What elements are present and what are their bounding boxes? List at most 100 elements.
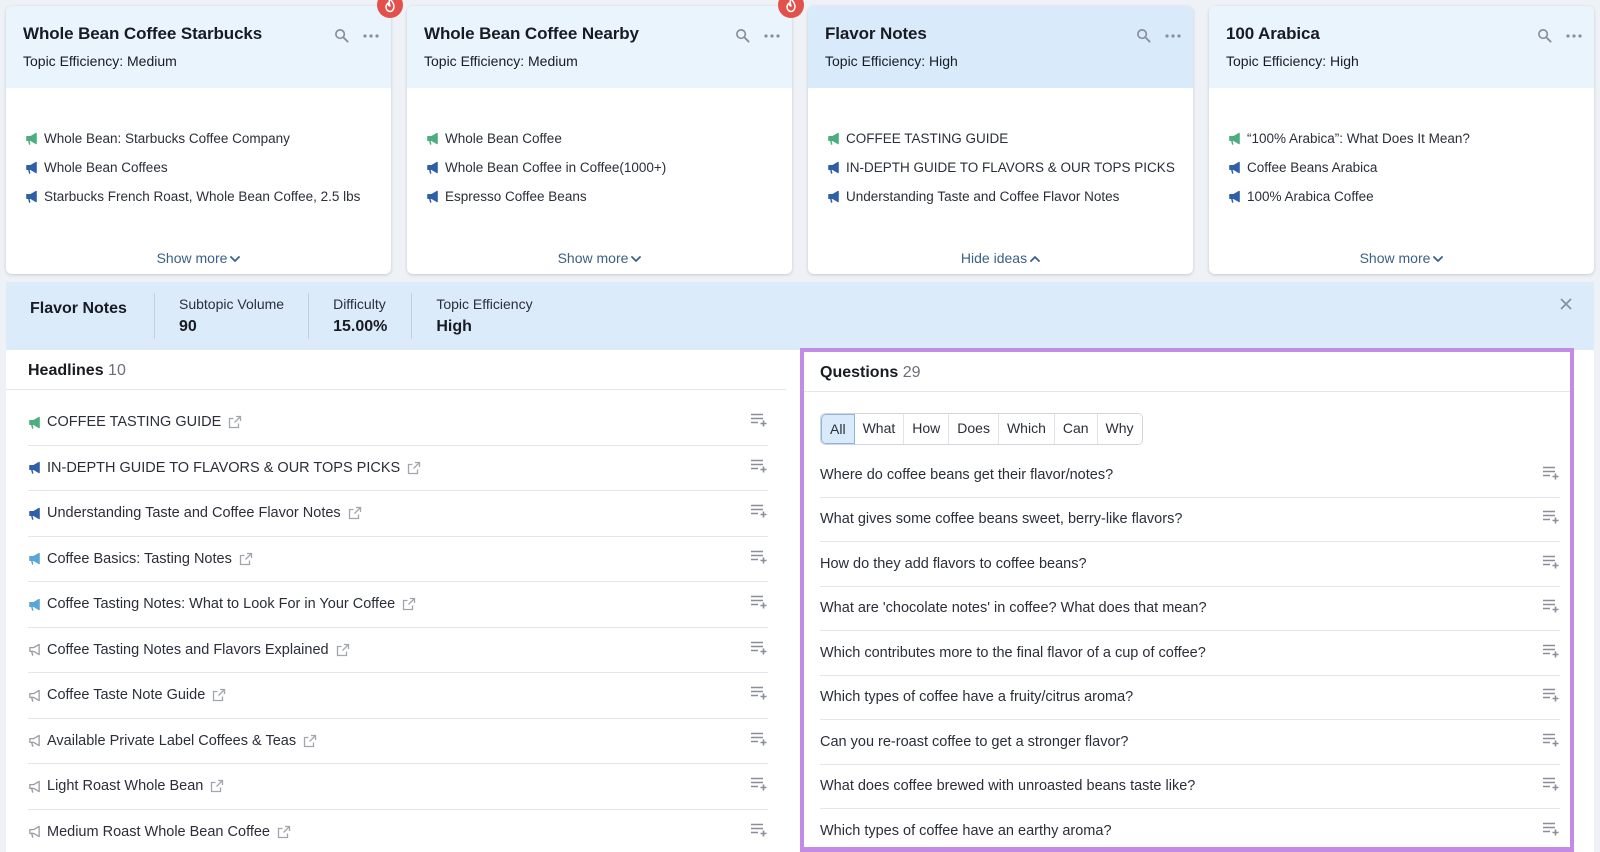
card-title: Flavor Notes xyxy=(825,24,927,43)
external-link-icon[interactable] xyxy=(239,552,253,566)
external-link-icon[interactable] xyxy=(348,506,362,520)
add-to-list-button[interactable] xyxy=(1542,732,1560,751)
card-title: Whole Bean Coffee Nearby xyxy=(424,24,639,43)
add-to-list-button[interactable] xyxy=(1542,822,1560,841)
headline-row: Available Private Label Coffees & Teas xyxy=(28,719,768,764)
add-to-list-button[interactable] xyxy=(1542,688,1560,707)
filter-tab-does[interactable]: Does xyxy=(949,414,999,444)
toggle-label: Show more xyxy=(156,250,228,266)
add-to-list-button[interactable] xyxy=(750,640,768,659)
fire-icon xyxy=(385,0,395,13)
external-link-icon[interactable] xyxy=(277,825,291,839)
card-more-button[interactable] xyxy=(1566,33,1582,38)
add-to-list-button[interactable] xyxy=(1542,777,1560,796)
toggle-label: Show more xyxy=(557,250,629,266)
card-more-button[interactable] xyxy=(363,33,379,38)
filter-tab-all[interactable]: All xyxy=(821,414,855,444)
megaphone-blue-icon xyxy=(29,461,40,475)
external-link-icon[interactable] xyxy=(407,461,421,475)
close-summary-button[interactable] xyxy=(1560,294,1572,315)
add-to-list-button[interactable] xyxy=(1542,554,1560,573)
topic-card[interactable]: 100 Arabica Topic Efficiency: High “100%… xyxy=(1209,6,1594,274)
add-to-list-button[interactable] xyxy=(750,686,768,705)
external-link-icon[interactable] xyxy=(336,643,350,657)
card-header: Flavor Notes Topic Efficiency: High xyxy=(808,6,1193,88)
card-toggle-ideas-button[interactable]: Show more xyxy=(1209,250,1594,266)
question-text: Where do coffee beans get their flavor/n… xyxy=(820,466,1114,483)
more-options-icon xyxy=(1165,33,1181,38)
toggle-label: Hide ideas xyxy=(960,250,1028,266)
headline-text: Coffee Basics: Tasting Notes xyxy=(47,550,232,567)
card-ideas-list: Whole Bean Coffee Whole Bean Coffee in C… xyxy=(407,88,792,211)
add-to-list-button[interactable] xyxy=(750,822,768,841)
card-toggle-ideas-button[interactable]: Show more xyxy=(407,250,792,266)
card-idea-item: COFFEE TASTING GUIDE xyxy=(827,124,1193,153)
trending-badge xyxy=(377,0,403,18)
card-header: Whole Bean Coffee Starbucks Topic Effici… xyxy=(6,0,403,88)
filter-tab-what[interactable]: What xyxy=(854,414,905,444)
toggle-label: Show more xyxy=(1359,250,1431,266)
headlines-list: COFFEE TASTING GUIDE IN-DEPTH GUIDE TO F… xyxy=(6,390,786,852)
card-search-button[interactable] xyxy=(735,28,750,43)
megaphone-blue-icon xyxy=(427,161,438,174)
add-to-list-button[interactable] xyxy=(750,413,768,432)
card-search-button[interactable] xyxy=(334,28,349,43)
card-more-button[interactable] xyxy=(764,33,780,38)
headline-text: Coffee Tasting Notes: What to Look For i… xyxy=(47,596,396,613)
questions-title: Questions xyxy=(820,364,899,381)
add-to-list-button[interactable] xyxy=(1542,643,1560,662)
megaphone-gray-icon xyxy=(29,734,40,748)
add-to-list-icon xyxy=(751,778,767,791)
add-to-list-button[interactable] xyxy=(1542,465,1560,484)
external-link-icon[interactable] xyxy=(210,779,224,793)
add-to-list-button[interactable] xyxy=(1542,510,1560,529)
card-toggle-ideas-button[interactable]: Hide ideas xyxy=(808,250,1193,266)
headline-row: Coffee Taste Note Guide xyxy=(28,673,768,719)
topic-card[interactable]: Whole Bean Coffee Nearby Topic Efficienc… xyxy=(407,0,804,274)
external-link-icon[interactable] xyxy=(303,734,317,748)
question-row: Where do coffee beans get their flavor/n… xyxy=(820,453,1560,498)
close-icon xyxy=(1560,298,1572,310)
add-to-list-icon xyxy=(1543,555,1559,569)
card-topic-efficiency: Topic Efficiency: Medium xyxy=(23,53,177,69)
metric-value: 90 xyxy=(179,318,197,335)
add-to-list-icon xyxy=(751,550,767,564)
add-to-list-button[interactable] xyxy=(1542,599,1560,618)
question-row: Which types of coffee have an earthy aro… xyxy=(820,809,1560,852)
search-icon xyxy=(1538,29,1552,43)
megaphone-green-icon xyxy=(1229,132,1240,145)
card-ideas-list: “100% Arabica”: What Does It Mean? Coffe… xyxy=(1209,88,1594,211)
filter-tab-which[interactable]: Which xyxy=(998,414,1055,444)
card-search-button[interactable] xyxy=(1136,28,1151,43)
add-to-list-button[interactable] xyxy=(750,731,768,750)
card-search-button[interactable] xyxy=(1537,28,1552,43)
chevron-down-icon xyxy=(631,256,642,263)
card-toggle-ideas-button[interactable]: Show more xyxy=(6,250,391,266)
card-more-button[interactable] xyxy=(1165,33,1181,38)
headlines-count: 10 xyxy=(108,362,126,379)
add-to-list-button[interactable] xyxy=(750,458,768,477)
idea-text: 100% Arabica Coffee xyxy=(1247,189,1374,204)
search-icon xyxy=(335,29,349,43)
filter-tab-can[interactable]: Can xyxy=(1054,414,1098,444)
add-to-list-button[interactable] xyxy=(750,549,768,568)
filter-tab-why[interactable]: Why xyxy=(1097,414,1142,444)
add-to-list-icon xyxy=(1543,778,1559,791)
topic-card[interactable]: Whole Bean Coffee Starbucks Topic Effici… xyxy=(6,0,403,274)
external-link-icon[interactable] xyxy=(212,688,226,702)
add-to-list-button[interactable] xyxy=(750,504,768,523)
idea-text: COFFEE TASTING GUIDE xyxy=(846,131,1009,146)
add-to-list-button[interactable] xyxy=(750,777,768,796)
topic-card[interactable]: Flavor Notes Topic Efficiency: High COFF… xyxy=(808,6,1193,274)
card-idea-item: Whole Bean Coffee in Coffee(1000+) xyxy=(426,153,792,182)
external-link-icon[interactable] xyxy=(228,415,242,429)
external-link-icon[interactable] xyxy=(402,597,416,611)
metric-label: Difficulty xyxy=(333,296,386,312)
megaphone-blue-icon xyxy=(828,161,839,174)
filter-tab-how[interactable]: How xyxy=(904,414,950,444)
megaphone-gray-icon xyxy=(29,689,40,702)
add-to-list-button[interactable] xyxy=(750,595,768,614)
detail-panels: Headlines 10 COFFEE TASTING GUIDE IN-DEP… xyxy=(6,348,1594,852)
headline-text: Coffee Taste Note Guide xyxy=(47,687,206,704)
question-text: What does coffee brewed with unroasted b… xyxy=(820,778,1196,795)
